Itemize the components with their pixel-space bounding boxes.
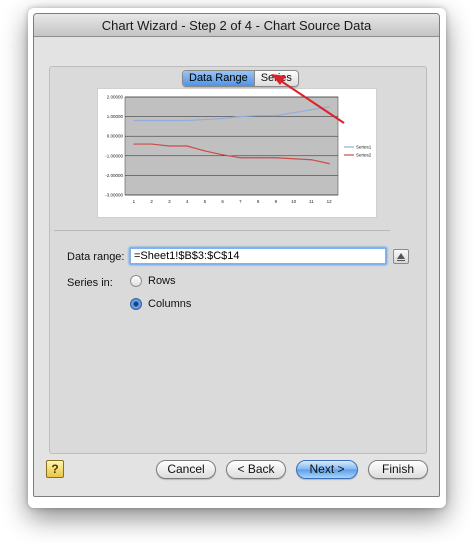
tab-series[interactable]: Series [253, 71, 298, 86]
chart-data-point [239, 157, 241, 159]
triangle-up-icon [397, 253, 405, 261]
back-button[interactable]: < Back [226, 460, 286, 479]
chart-y-tick-label: 1.00000 [107, 114, 124, 119]
chart-data-point [257, 115, 259, 117]
chart-svg: 2.00000 1.00000 0.00000 -1.00000 -2.00000 -3.… [105, 95, 372, 205]
chart-data-point [293, 112, 295, 114]
chart-x-tick-label: 9 [275, 199, 278, 204]
chart-legend-label: Series2 [356, 153, 372, 158]
chart-legend-label: Series1 [356, 145, 372, 150]
chart-data-point [186, 145, 188, 147]
next-button[interactable]: Next > [296, 460, 358, 479]
window-title: Chart Wizard - Step 2 of 4 - Chart Sourc… [34, 14, 439, 37]
chart-data-point [275, 115, 277, 117]
series-in-label: Series in: [67, 277, 113, 289]
chart-preview: 2.00000 1.00000 0.00000 -1.00000 -2.00000 -3.… [97, 88, 377, 218]
chart-x-tick-label: 11 [309, 199, 314, 204]
chart-x-tick-label: 7 [239, 199, 242, 204]
chart-data-point [275, 157, 277, 159]
finish-button[interactable]: Finish [368, 460, 428, 479]
chart-data-point [204, 150, 206, 152]
chart-data-point [222, 154, 224, 156]
chart-y-tick-label: -1.00000 [105, 153, 123, 158]
rows-radio[interactable] [130, 275, 142, 287]
chart-data-point [293, 158, 295, 160]
chart-data-point [328, 163, 330, 165]
chart-plot-area [124, 96, 339, 196]
chart-wizard-dialog: Chart Wizard - Step 2 of 4 - Chart Sourc… [33, 13, 440, 497]
chart-data-point [168, 119, 170, 122]
chart-data-point [257, 157, 259, 159]
chart-x-tick-label: 12 [327, 199, 333, 204]
chart-data-point [310, 109, 312, 111]
chart-x-tick-label: 2 [150, 199, 153, 204]
chart-data-point [151, 143, 153, 145]
chart-data-point [186, 119, 188, 122]
chart-data-point [310, 159, 312, 161]
chart-x-tick-label: 1 [133, 199, 136, 204]
columns-radio-label[interactable]: Columns [148, 298, 191, 310]
chart-x-tick-label: 8 [257, 199, 260, 204]
chart-data-point [133, 119, 135, 122]
help-button[interactable]: ? [46, 460, 64, 478]
chart-data-point [222, 117, 224, 120]
cancel-button[interactable]: Cancel [156, 460, 216, 479]
chart-data-point [328, 106, 330, 108]
chart-x-tick-label: 4 [186, 199, 189, 204]
collapse-dialog-button[interactable] [393, 249, 409, 264]
rows-radio-label[interactable]: Rows [148, 275, 176, 287]
tab-bar: Data Range Series [182, 70, 299, 87]
chart-y-tick-label: -2.00000 [105, 173, 123, 178]
chart-x-tick-label: 3 [168, 199, 171, 204]
chart-x-tick-label: 10 [291, 199, 297, 204]
columns-radio[interactable] [130, 298, 142, 310]
chart-y-tick-label: -3.00000 [105, 193, 123, 198]
chart-data-point [168, 145, 170, 147]
section-divider [54, 230, 390, 231]
tab-data-range[interactable]: Data Range [183, 71, 254, 86]
chart-data-point [239, 116, 241, 118]
chart-x-tick-label: 6 [221, 199, 224, 204]
chart-data-point [151, 119, 153, 122]
data-range-input[interactable]: =Sheet1!$B$3:$C$14 [129, 247, 387, 265]
data-range-label: Data range: [67, 251, 125, 263]
chart-data-point [133, 143, 135, 145]
chart-x-tick-label: 5 [204, 199, 207, 204]
chart-data-point [204, 118, 206, 121]
chart-y-tick-label: 0.00000 [107, 134, 124, 139]
chart-y-tick-label: 2.00000 [107, 95, 124, 100]
